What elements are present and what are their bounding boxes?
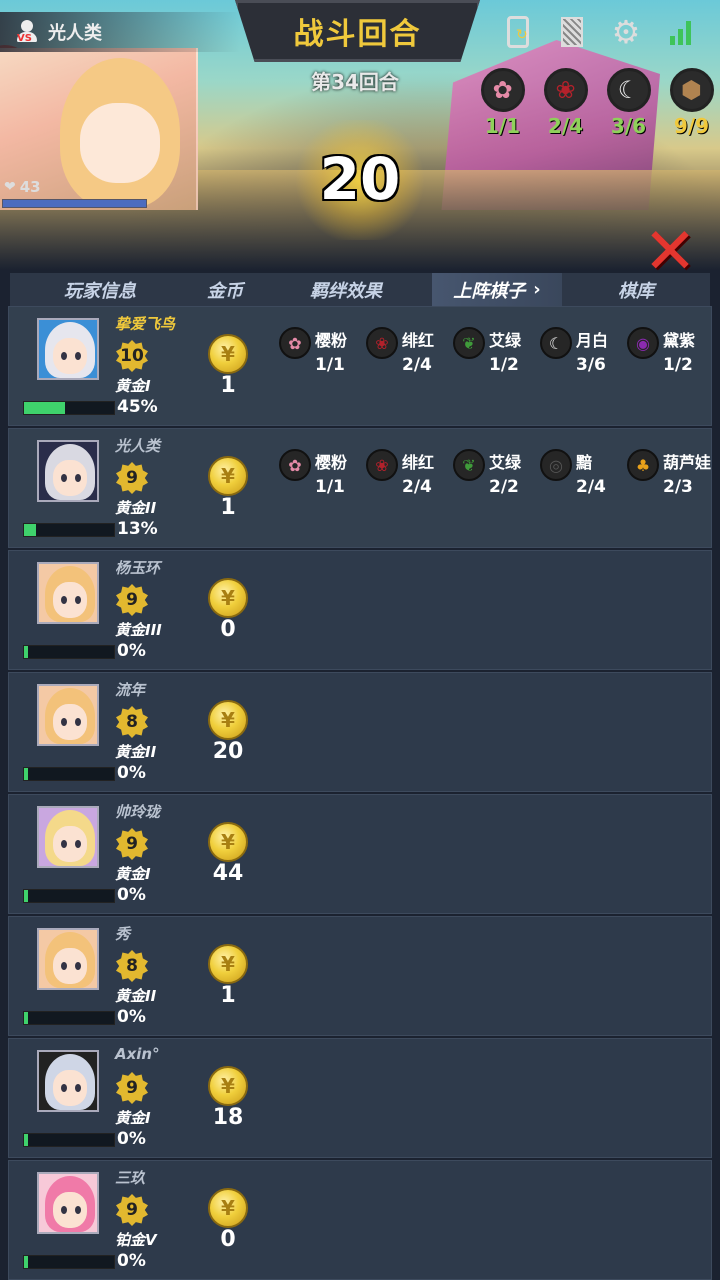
bond-item[interactable]: ❦ 艾绿 2/2 [453, 449, 540, 497]
rose-icon: ❀ [366, 327, 398, 359]
hp-bar [2, 199, 147, 208]
bond-item[interactable]: ❀ 绯红 2/4 [366, 449, 453, 497]
player-row[interactable]: 帅玲珑 9 黄金I 0% ¥ 44 [8, 794, 712, 914]
cherry-blossom-icon: ✿ [279, 449, 311, 481]
bond-item[interactable]: ❀ 绯红 2/4 [366, 327, 453, 375]
player-row[interactable]: 光人类 9 黄金II 13% ¥ 1 ✿ 樱粉 1/1 ❀ 绯红 2/4 ❦ 艾… [8, 428, 712, 548]
col-bonds[interactable]: 羁绊效果 [260, 277, 432, 303]
cherry-blossom-icon: ✿ [480, 68, 525, 112]
leaf-icon: ❦ [453, 449, 485, 481]
player-row[interactable]: 杨玉环 9 黄金III 0% ¥ 0 [8, 550, 712, 670]
col-player-info: 玩家信息 [64, 280, 136, 302]
bond-name: 黛紫 [663, 331, 696, 350]
moon-eye-icon: ☾ [540, 327, 572, 359]
bond-list: ✿ 樱粉 1/1 ❀ 绯红 2/4 ❦ 艾绿 1/2 ☾ 月白 3/6 ◉ 黛紫 [279, 327, 713, 375]
card-deck-icon[interactable] [556, 14, 588, 50]
col-bench[interactable]: 棋库 [562, 277, 710, 303]
top-bond[interactable]: ☾ 3/6 [606, 68, 651, 138]
gourd-icon: ♣ [627, 449, 659, 481]
bond-value: 3/6 [576, 355, 606, 375]
bond-item[interactable]: ◎ 黯 2/4 [540, 449, 627, 497]
round-label: 第34回合 [311, 70, 399, 94]
hp-display: ❤ 43 [4, 178, 41, 196]
top-bond-value: 2/4 [547, 114, 584, 138]
bond-value: 2/4 [402, 355, 432, 375]
bond-name: 葫芦娃 [663, 453, 712, 472]
col-coins: 金币 [207, 280, 243, 302]
player-row[interactable]: Axin° 9 黄金I 0% ¥ 18 [8, 1038, 712, 1158]
page-title: 战斗回合 [293, 17, 422, 52]
countdown-timer: 20 [319, 145, 401, 213]
bond-item[interactable]: ✿ 樱粉 1/1 [279, 449, 366, 497]
gear-icon[interactable]: ⚙ [610, 14, 642, 50]
chevron-right-icon: › [533, 279, 541, 300]
bond-name: 绯红 [402, 453, 435, 472]
tab-deployed-label: 上阵棋子 [453, 280, 526, 302]
bond-item[interactable]: ✿ 樱粉 1/1 [279, 327, 366, 375]
rose-icon: ❀ [366, 449, 398, 481]
active-bonds-summary: ✿ 1/1 ❀ 2/4 ☾ 3/6 ⬢ 9/9 [480, 68, 714, 138]
bond-name: 绯红 [402, 331, 435, 350]
vs-player-icon: VS [14, 19, 40, 45]
player-row[interactable]: 秀 8 黄金II 0% ¥ 1 [8, 916, 712, 1036]
bond-item[interactable]: ☾ 月白 3/6 [540, 327, 627, 375]
heart-icon: ❤ [4, 179, 16, 195]
bond-value: 2/4 [402, 477, 432, 497]
bond-value: 1/2 [489, 355, 519, 375]
moon-eye-icon: ☾ [606, 68, 651, 112]
bond-name: 艾绿 [489, 453, 522, 472]
bond-value: 1/2 [663, 355, 693, 375]
top-bond-value: 3/6 [610, 114, 647, 138]
hp-value: 43 [19, 178, 41, 196]
top-toolbar: ⚙ [502, 14, 696, 50]
bond-name: 黯 [576, 453, 593, 472]
top-bond[interactable]: ⬢ 9/9 [669, 68, 714, 138]
bond-name: 樱粉 [315, 331, 348, 350]
bond-name: 月白 [576, 331, 609, 350]
bond-name: 樱粉 [315, 453, 348, 472]
eye-icon: ◎ [540, 449, 572, 481]
bond-value: 1/1 [315, 477, 345, 497]
signal-icon [664, 14, 696, 50]
rotate-phone-icon[interactable] [502, 14, 534, 50]
current-opponent-name: 光人类 [48, 23, 102, 44]
table-header: 玩家信息 金币 羁绊效果 上阵棋子 › 棋库 [10, 273, 710, 306]
bond-item[interactable]: ◉ 黛紫 1/2 [627, 327, 713, 375]
bond-item[interactable]: ♣ 葫芦娃 2/3 [627, 449, 713, 497]
top-bond-value: 1/1 [484, 114, 521, 138]
top-bond[interactable]: ✿ 1/1 [480, 68, 525, 138]
bond-value: 2/3 [663, 477, 693, 497]
swirl-icon: ◉ [627, 327, 659, 359]
tab-deployed-pieces[interactable]: 上阵棋子 › [432, 273, 562, 306]
bond-value: 1/1 [315, 355, 345, 375]
bond-list: ✿ 樱粉 1/1 ❀ 绯红 2/4 ❦ 艾绿 2/2 ◎ 黯 2/4 ♣ 葫芦娃 [279, 449, 713, 497]
title-plate: 战斗回合 [235, 0, 480, 62]
player-strip[interactable]: VS 光人类 [0, 12, 240, 52]
player-list: 挚爱飞鸟 10 黄金I 45% ¥ 1 ✿ 樱粉 1/1 ❀ 绯红 2/4 ❦ … [8, 306, 712, 1280]
bond-item[interactable]: ❦ 艾绿 1/2 [453, 327, 540, 375]
player-row[interactable]: 流年 8 黄金II 0% ¥ 20 [8, 672, 712, 792]
player-row[interactable]: 三玖 9 铂金V 0% ¥ 0 [8, 1160, 712, 1280]
rose-icon: ❀ [543, 68, 588, 112]
bond-value: 2/2 [489, 477, 519, 497]
hexagon-emblem-icon: ⬢ [669, 68, 714, 112]
player-row[interactable]: 挚爱飞鸟 10 黄金I 45% ¥ 1 ✿ 樱粉 1/1 ❀ 绯红 2/4 ❦ … [8, 306, 712, 426]
bond-name: 艾绿 [489, 331, 522, 350]
leaf-icon: ❦ [453, 327, 485, 359]
bond-value: 2/4 [576, 477, 606, 497]
cherry-blossom-icon: ✿ [279, 327, 311, 359]
top-bond-value: 9/9 [673, 114, 710, 138]
top-bond[interactable]: ❀ 2/4 [543, 68, 588, 138]
